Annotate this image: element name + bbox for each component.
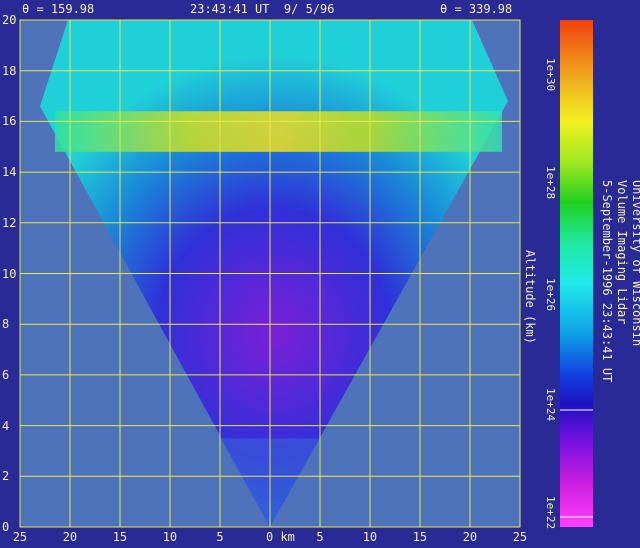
y-tick-label: 2	[2, 469, 10, 484]
x-tick-label: 15	[112, 530, 128, 544]
colorbar-tick-label: 1e+28	[544, 166, 557, 200]
colorbar-tick-label: 1e+24	[544, 388, 557, 422]
x-tick-label: 5	[216, 530, 224, 544]
cirrus-layer-band	[55, 111, 502, 152]
x-tick-label: 5	[316, 530, 324, 544]
y-tick-label: 14	[2, 165, 17, 180]
colorbar-tick-label: 1e+30	[544, 58, 557, 92]
y-tick-label: 6	[2, 367, 10, 382]
y-tick-label: 18	[2, 63, 17, 78]
y-axis-label: Altitude (km)	[523, 250, 537, 344]
x-tick-label: 25	[512, 530, 528, 544]
colorbar-title-line-2: Volume Imaging Lidar	[615, 180, 629, 325]
colorbar-gradient	[560, 20, 593, 527]
x-tick-label: 0 km	[266, 530, 295, 544]
theta-left-label: θ = 159.98	[22, 2, 95, 16]
y-tick-label: 10	[2, 266, 17, 281]
theta-right-label: θ = 339.98	[440, 2, 513, 16]
x-tick-label: 25	[12, 530, 28, 544]
colorbar-title: University of Wisconsin Volume Imaging L…	[600, 180, 640, 420]
y-tick-label: 16	[2, 114, 17, 129]
x-tick-label: 20	[462, 530, 478, 544]
colorbar-title-line-1: University of Wisconsin	[630, 180, 640, 347]
y-tick-label: 12	[2, 215, 17, 230]
colorbar-title-line-3: 5-September-1996 23:43:41 UT	[600, 180, 614, 383]
x-tick-label: 10	[362, 530, 378, 544]
x-tick-label: 10	[162, 530, 178, 544]
x-tick-label: 20	[62, 530, 78, 544]
y-tick-label: 4	[2, 418, 10, 433]
y-tick-label: 8	[2, 317, 10, 332]
colorbar-tick-label: 1e+22	[544, 496, 557, 530]
y-tick-label: 0	[2, 520, 10, 534]
colorbar-tick-label: 1e+26	[544, 278, 557, 312]
y-tick-label: 20	[2, 13, 17, 27]
timestamp-label: 23:43:41 UT 9/ 5/96	[190, 2, 335, 16]
x-tick-label: 15	[412, 530, 428, 544]
